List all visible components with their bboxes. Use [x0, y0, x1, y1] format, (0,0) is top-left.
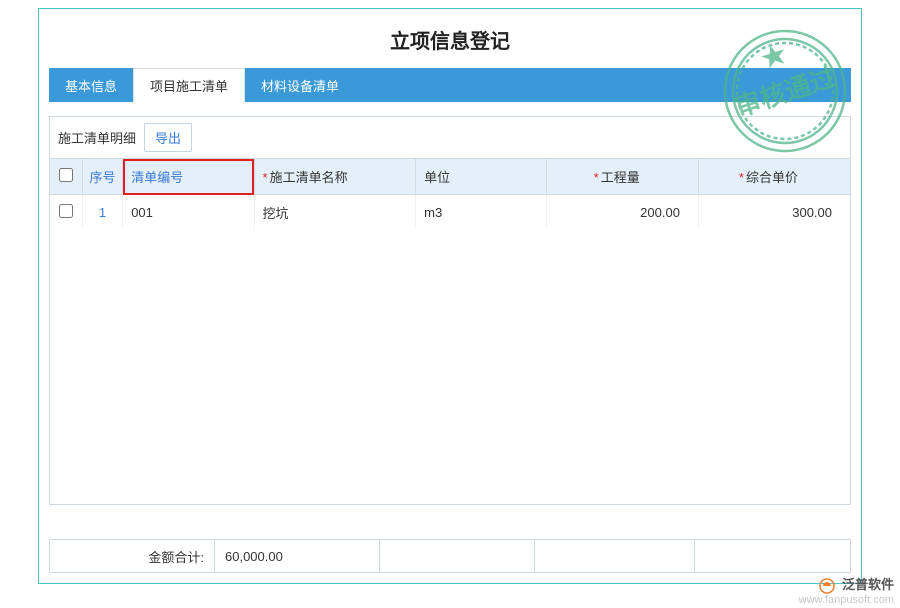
required-marker: * [594, 170, 599, 185]
total-value: 60,000.00 [215, 540, 380, 572]
required-marker: * [263, 170, 268, 185]
content-panel: 施工清单明细 导出 序号 清单编号 *施工清单名称 单位 *工程量 *综合单价 [49, 116, 851, 505]
cell-name[interactable]: 挖坑 [254, 195, 416, 231]
cell-seq: 1 [82, 195, 122, 231]
header-name[interactable]: *施工清单名称 [254, 159, 416, 195]
header-qty[interactable]: *工程量 [547, 159, 699, 195]
cell-price[interactable]: 300.00 [698, 195, 850, 231]
header-unit[interactable]: 单位 [416, 159, 547, 195]
toolbar: 施工清单明细 导出 [50, 117, 850, 159]
cell-code[interactable]: 001 [123, 195, 254, 231]
header-code[interactable]: 清单编号 [123, 159, 254, 195]
table-row[interactable]: 1 001 挖坑 m3 200.00 300.00 [50, 195, 850, 231]
select-all-checkbox[interactable] [59, 168, 73, 182]
tab-basic-info[interactable]: 基本信息 [49, 68, 133, 102]
watermark-url: www.fanpusoft.com [799, 594, 894, 606]
export-button[interactable]: 导出 [144, 123, 192, 152]
tab-material-list[interactable]: 材料设备清单 [245, 68, 355, 102]
footer-empty [695, 540, 850, 572]
page-title: 立项信息登记 [39, 9, 861, 68]
footer-summary: 金额合计: 60,000.00 [49, 539, 851, 573]
total-label: 金额合计: [50, 540, 215, 572]
header-price[interactable]: *综合单价 [698, 159, 850, 195]
footer-empty [380, 540, 535, 572]
header-seq[interactable]: 序号 [82, 159, 122, 195]
tab-bar: 基本信息 项目施工清单 材料设备清单 [49, 68, 851, 102]
footer-empty [535, 540, 695, 572]
required-marker: * [739, 170, 744, 185]
section-label: 施工清单明细 [58, 128, 136, 147]
row-checkbox[interactable] [59, 204, 73, 218]
row-checkbox-cell [50, 195, 82, 231]
cell-unit[interactable]: m3 [416, 195, 547, 231]
table-container: 序号 清单编号 *施工清单名称 单位 *工程量 *综合单价 1 001 [50, 159, 850, 504]
tab-construction-list[interactable]: 项目施工清单 [133, 68, 245, 102]
construction-table: 序号 清单编号 *施工清单名称 单位 *工程量 *综合单价 1 001 [50, 159, 850, 230]
cell-qty[interactable]: 200.00 [547, 195, 699, 231]
header-checkbox-cell [50, 159, 82, 195]
main-frame: 立项信息登记 审核通过 基本信息 项目施工清单 材料设备清单 施工清单明细 导出 [38, 8, 862, 584]
